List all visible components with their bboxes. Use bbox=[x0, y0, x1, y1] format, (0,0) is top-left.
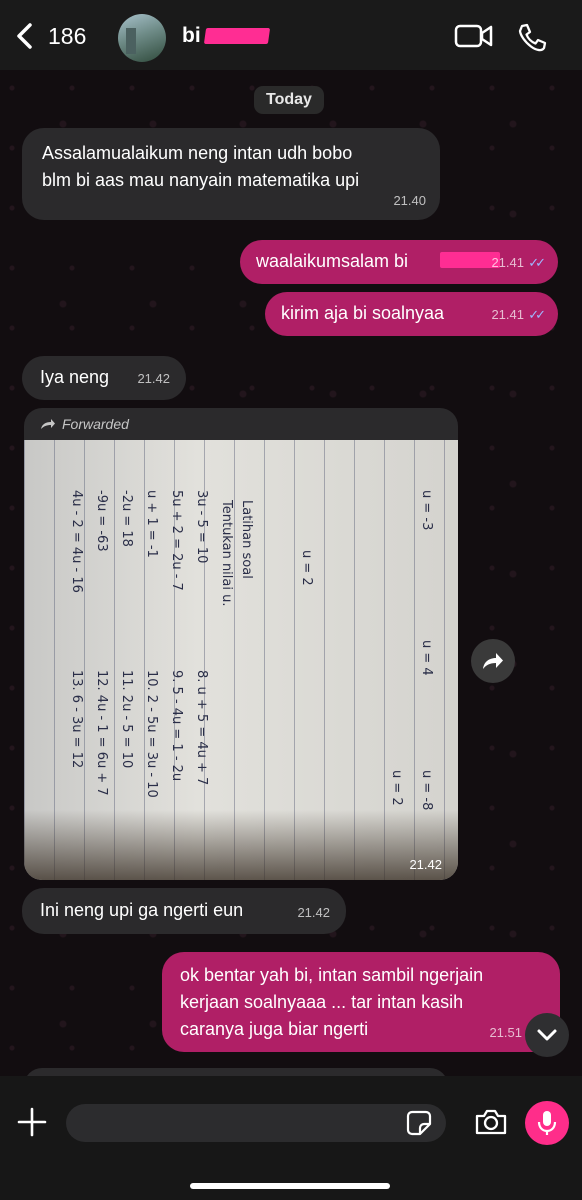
photo-shadow bbox=[24, 810, 458, 880]
unread-count: 186 bbox=[48, 22, 87, 49]
back-button[interactable]: 186 bbox=[14, 22, 86, 50]
message-input[interactable] bbox=[66, 1104, 446, 1142]
chevron-left-icon bbox=[17, 23, 32, 49]
redaction-mark bbox=[203, 28, 271, 44]
message-text: kirim aja bi soalnyaa bbox=[281, 303, 445, 323]
message-text: waalaikumsalam bi bbox=[256, 251, 409, 271]
microphone-button[interactable] bbox=[525, 1101, 569, 1145]
microphone-icon bbox=[537, 1111, 557, 1135]
chevron-down-icon bbox=[537, 1029, 557, 1041]
phone-button[interactable] bbox=[516, 22, 548, 54]
message-text: Ini neng upi ga ngerti eun bbox=[40, 900, 244, 920]
read-receipt-icon: ✓✓ bbox=[528, 255, 546, 270]
outgoing-message[interactable]: kirim aja bi soalnyaa 21.41 ✓✓ bbox=[265, 292, 558, 336]
home-indicator bbox=[190, 1183, 390, 1189]
forwarded-label: Forwarded bbox=[40, 416, 129, 432]
incoming-message[interactable]: Assalamualaikum neng intan udh bobo blm … bbox=[22, 128, 440, 220]
contact-name[interactable]: bi bbox=[182, 24, 201, 48]
handwriting-text: 12. 4u - 1 = 6u + 7 bbox=[94, 670, 109, 796]
message-time: 21.41 bbox=[491, 307, 524, 322]
handwriting-text: -2u = 18 bbox=[119, 490, 134, 547]
photo-message[interactable]: Forwarded Latihan soal Tentukan nilai u.… bbox=[24, 408, 458, 880]
message-text-line: ok bentar yah bi, intan sambil ngerjain bbox=[180, 965, 484, 985]
message-text-line: blm bi aas mau nanyain matematika upi bbox=[42, 170, 360, 190]
incoming-message[interactable]: Iya neng 21.42 bbox=[22, 356, 186, 400]
handwriting-text: u + 1 = -1 bbox=[144, 490, 159, 558]
message-text-line: Assalamualaikum neng intan udh bobo bbox=[42, 143, 353, 163]
outgoing-message[interactable]: waalaikumsalam bi 21.41 ✓✓ bbox=[240, 240, 558, 284]
sticker-icon bbox=[406, 1110, 432, 1136]
phone-icon bbox=[518, 23, 547, 52]
chat-header: 186 bi bbox=[0, 0, 582, 70]
sticker-button[interactable] bbox=[406, 1110, 432, 1141]
handwriting-text: Tentukan nilai u. bbox=[219, 500, 234, 607]
read-receipt-icon: ✓✓ bbox=[528, 307, 546, 322]
message-text: Iya neng bbox=[40, 367, 110, 387]
math-worksheet-photo[interactable]: Latihan soal Tentukan nilai u. 3u - 5 = … bbox=[24, 440, 458, 880]
message-time: 21.42 bbox=[137, 371, 170, 386]
handwriting-text: -9u = -63 bbox=[94, 490, 109, 552]
handwriting-text: 4u - 2 = 4u - 16 bbox=[69, 490, 84, 593]
handwriting-text: 11. 2u - 5 = 10 bbox=[119, 670, 134, 769]
date-separator: Today bbox=[254, 86, 324, 114]
message-text-line: kerjaan soalnyaaa ... tar intan kasih bbox=[180, 992, 464, 1012]
message-time: 21.51 bbox=[489, 1025, 522, 1040]
handwriting-text: 9. 5 - 4u = 1 - 2u bbox=[169, 670, 184, 782]
handwriting-text: 10. 2 - 5u = 3u - 10 bbox=[144, 670, 159, 798]
handwriting-text: u = -8 bbox=[419, 770, 434, 811]
outgoing-message[interactable]: ok bentar yah bi, intan sambil ngerjain … bbox=[162, 952, 560, 1052]
handwriting-text: 8. u + 5 = 4u + 7 bbox=[194, 670, 209, 786]
forward-button[interactable] bbox=[471, 639, 515, 683]
camera-button[interactable] bbox=[474, 1108, 508, 1141]
message-time: 21.40 bbox=[393, 193, 426, 208]
attach-button[interactable] bbox=[16, 1106, 48, 1143]
scroll-to-bottom-button[interactable] bbox=[525, 1013, 569, 1057]
camera-icon bbox=[475, 1109, 507, 1135]
handwriting-text: u = 4 bbox=[419, 640, 434, 676]
video-call-icon bbox=[454, 24, 493, 48]
handwriting-text: u = 2 bbox=[389, 770, 404, 806]
message-time: 21.41 bbox=[491, 255, 524, 270]
handwriting-text: 3u - 5 = 10 bbox=[194, 490, 209, 564]
forward-arrow-icon bbox=[41, 419, 55, 429]
incoming-message[interactable]: Ini neng upi ga ngerti eun 21.42 bbox=[22, 888, 346, 934]
avatar[interactable] bbox=[118, 14, 166, 62]
message-time: 21.42 bbox=[297, 905, 330, 920]
plus-icon bbox=[17, 1107, 47, 1137]
handwriting-text: Latihan soal bbox=[239, 500, 254, 579]
handwriting-text: 5u + 2 = 2u - 7 bbox=[169, 490, 184, 591]
forward-arrow-icon bbox=[483, 653, 503, 669]
handwriting-text: u = -3 bbox=[419, 490, 434, 531]
video-call-button[interactable] bbox=[454, 22, 494, 50]
handwriting-text: 13. 6 - 3u = 12 bbox=[69, 670, 84, 769]
message-time: 21.42 bbox=[409, 857, 442, 872]
handwriting-text: u = 2 bbox=[299, 550, 314, 586]
